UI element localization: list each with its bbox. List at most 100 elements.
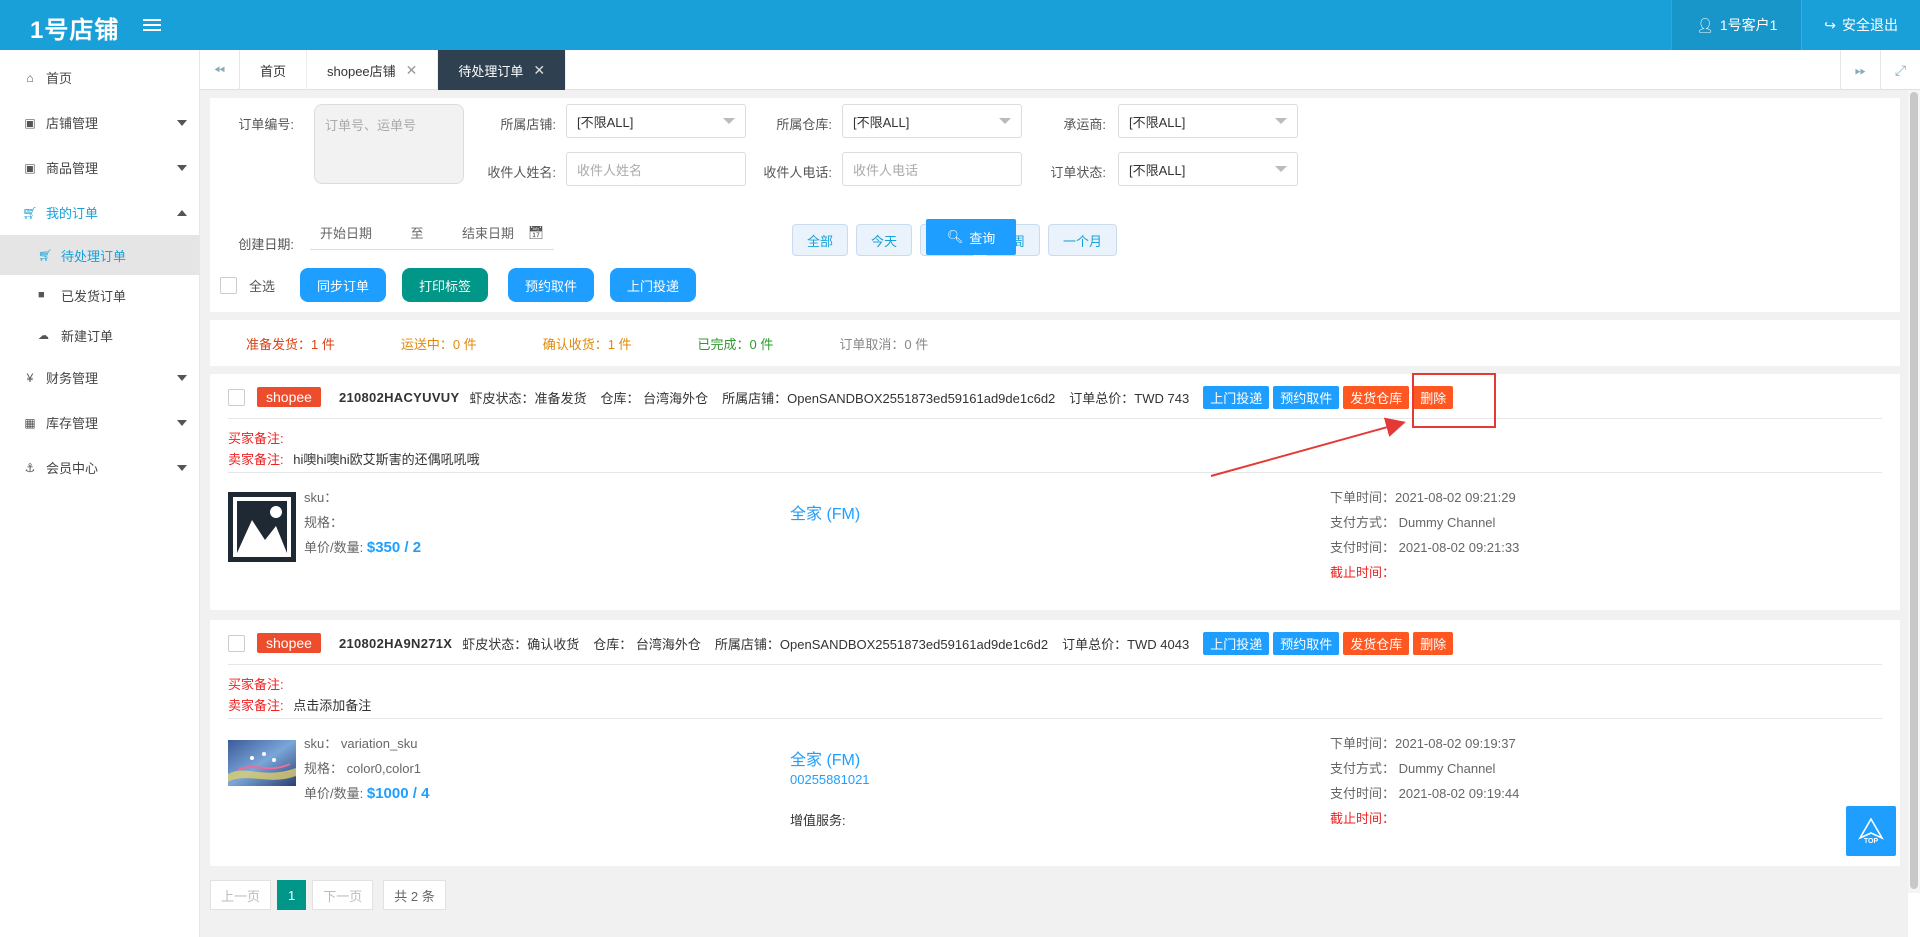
order-checkbox[interactable] [228,634,245,652]
sidebar-sub-new-order[interactable]: ☁ 新建订单 [0,315,199,355]
fullscreen-icon[interactable]: ⤢ [1880,50,1920,90]
chevron-down-icon [1275,166,1287,172]
warehouse-label: 所属仓库: [776,117,832,132]
sidebar-item-store[interactable]: ▣ 店铺管理 [0,100,199,145]
receiver-name-input[interactable]: 收件人姓名 [566,152,746,186]
product-info: sku： variation_sku 规格： color0,color1 单价/… [304,731,429,806]
order-card: shopee 210802HACYUVUY 虾皮状态：准备发货 仓库： 台湾海外… [210,374,1900,610]
tab-scroll-left-icon[interactable]: ⏪︎ [200,50,240,90]
divider [228,664,1882,665]
start-date-input[interactable]: 开始日期 [310,223,382,242]
next-page-button[interactable]: 下一页 [312,880,374,910]
order-status-select[interactable]: [不限ALL] [1118,152,1298,186]
store-icon: ▣ [24,115,36,130]
tab-shopee-store[interactable]: shopee店铺 ✕ [307,50,439,90]
product-info: sku： 规格： 单价/数量: $350 / 2 [304,485,421,560]
deadline: 截止时间： [1330,565,1396,580]
date-range-picker[interactable]: 开始日期 至 结束日期 📅︎ [310,216,554,250]
calendar-icon[interactable]: 📅︎ [524,225,548,241]
ship-warehouse-button[interactable]: 发货仓库 [1343,631,1410,655]
seller-note-text[interactable]: 点击添加备注 [293,698,371,713]
product-spec: 规格： color0,color1 [304,761,422,776]
arrow-up-icon [1858,817,1884,840]
seller-note-text[interactable]: hi噢hi噢hi欧艾斯害的还偶吼吼哦 [293,452,479,467]
price-qty: $1000 / 4 [366,785,430,802]
product-sku: sku： [304,490,338,505]
value-added-service: 增值服务: [790,813,846,828]
search-button[interactable]: 🔍︎ 查询 [926,219,1016,255]
receiver-phone-label: 收件人电话: [763,165,832,180]
app-logo: 1号店铺 [30,17,120,44]
warehouse-select[interactable]: [不限ALL] [842,104,1022,138]
status-summary: 准备发货：1 件 运送中：0 件 确认收货：1 件 已完成：0 件 订单取消：0… [210,320,1900,366]
scrollbar-thumb[interactable] [1910,92,1918,889]
sidebar-item-member[interactable]: ⚓︎ 会员中心 [0,445,199,490]
door-delivery-button[interactable]: 上门投递 [1203,385,1270,409]
end-date-input[interactable]: 结束日期 [452,223,524,242]
tab-home[interactable]: 首页 [240,50,308,90]
product-thumbnail [228,740,296,786]
order-number: 210802HA9N271X [338,635,453,651]
sidebar-item-my-orders[interactable]: 🛒︎ 我的订单 [0,190,199,235]
quick-month-button[interactable]: 一个月 [1048,224,1118,256]
yen-icon: ¥ [26,370,34,385]
sidebar-sub-pending-orders[interactable]: 🛒︎ 待处理订单 [0,235,199,275]
product-sku: sku： variation_sku [304,736,418,751]
tab-pending-orders[interactable]: 待处理订单 ✕ [438,50,567,90]
sidebar-item-label: 店铺管理 [46,116,99,131]
order-store: 所属店铺：OpenSANDBOX2551873ed59161ad9de1c6d2 [714,636,1049,652]
status-in-transit[interactable]: 运送中：0 件 [401,334,477,353]
store-select-value: [不限ALL] [577,114,634,130]
schedule-pickup-button[interactable]: 预约取件 [1273,631,1340,655]
select-all[interactable]: 全选 [220,276,275,295]
user-menu[interactable]: 👤︎ 1号客户1 [1671,0,1802,50]
print-label-button[interactable]: 打印标签 [402,268,489,302]
close-icon[interactable]: ✕ [533,62,545,79]
tab-scroll-right-icon[interactable]: ⏩︎ [1840,50,1880,90]
close-icon[interactable]: ✕ [406,62,418,79]
status-completed[interactable]: 已完成：0 件 [698,334,774,353]
status-ready[interactable]: 准备发货：1 件 [246,334,335,353]
sync-orders-button[interactable]: 同步订单 [300,268,387,302]
back-to-top-label: TOP [1863,837,1879,845]
status-cancelled[interactable]: 订单取消：0 件 [839,334,928,353]
tracking-number[interactable]: 00255881021 [790,772,870,787]
shopee-status: 虾皮状态：准备发货 [469,390,587,406]
tab-list: 首页 shopee店铺 ✕ 待处理订单 ✕ [240,50,567,90]
prev-page-button[interactable]: 上一页 [210,880,272,910]
sidebar-item-goods[interactable]: ▣ 商品管理 [0,145,199,190]
delete-button[interactable]: 删除 [1413,631,1454,655]
deadline: 截止时间： [1330,811,1396,826]
carrier-select[interactable]: [不限ALL] [1118,104,1298,138]
logout-button[interactable]: ↪ 安全退出 [1801,0,1920,50]
page-button[interactable]: 1 [277,880,307,910]
status-received[interactable]: 确认收货：1 件 [543,334,632,353]
schedule-pickup-button[interactable]: 预约取件 [1273,385,1340,409]
order-total: 订单总价：TWD 4043 [1062,636,1190,652]
order-checkbox[interactable] [228,388,245,406]
receiver-phone-input[interactable]: 收件人电话 [842,152,1022,186]
select-all-checkbox[interactable] [220,277,237,294]
product-spec: 规格： [304,515,344,530]
pay-time: 支付时间： 2021-08-02 09:19:44 [1330,786,1520,801]
select-all-label: 全选 [249,279,276,294]
scrollbar[interactable] [1908,90,1920,893]
sidebar-sub-shipped-orders[interactable]: ■ 已发货订单 [0,275,199,315]
sidebar-item-home[interactable]: ⌂ 首页 [0,55,199,100]
schedule-pickup-button[interactable]: 预约取件 [508,268,595,302]
sidebar-item-finance[interactable]: ¥ 财务管理 [0,355,199,400]
door-delivery-button[interactable]: 上门投递 [1203,631,1270,655]
sidebar-item-inventory[interactable]: ▦ 库存管理 [0,400,199,445]
user-icon: 👤︎ [1696,16,1714,33]
time-info: 下单时间：2021-08-02 09:19:37 支付方式： Dummy Cha… [1330,731,1519,831]
menu-toggle-icon[interactable] [143,16,161,34]
table-icon: ▦ [24,415,36,430]
quick-all-button[interactable]: 全部 [792,224,849,256]
quick-today-button[interactable]: 今天 [856,224,913,256]
sidebar-item-label: 商品管理 [46,161,99,176]
order-no-input[interactable]: 订单号、运单号 [314,104,464,184]
back-to-top-button[interactable]: TOP [1846,806,1896,856]
store-select[interactable]: [不限ALL] [566,104,746,138]
ship-warehouse-button[interactable]: 发货仓库 [1343,385,1410,409]
door-delivery-button[interactable]: 上门投递 [610,268,697,302]
